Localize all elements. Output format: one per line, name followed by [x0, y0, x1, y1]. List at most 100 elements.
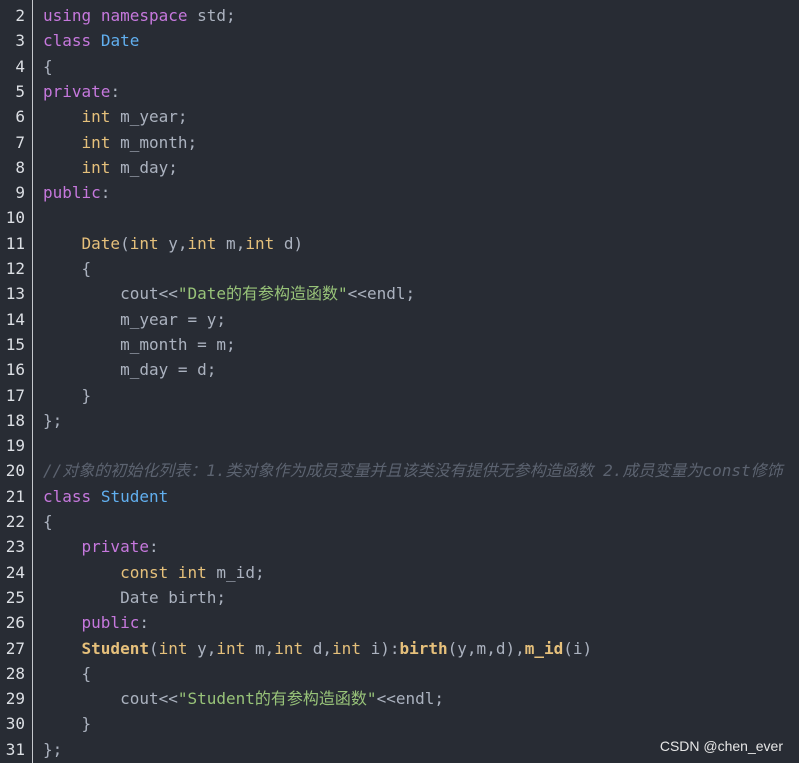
code-token: <<endl; [347, 284, 416, 304]
line-number: 23 [5, 537, 25, 557]
code-token: y, [187, 638, 217, 658]
line-number: 29 [5, 689, 25, 709]
code-line: 26 public: [0, 610, 799, 635]
code-text: public: [43, 610, 149, 635]
code-text: m_month = m; [43, 332, 236, 357]
line-number: 20 [5, 461, 25, 481]
code-token: cout<< [43, 689, 178, 709]
code-token: d) [274, 233, 304, 253]
code-token: i): [360, 638, 400, 658]
line-number: 2 [15, 6, 25, 25]
code-token: m_month; [110, 132, 198, 152]
code-token: m_day; [110, 157, 178, 177]
line-number: 15 [5, 334, 25, 354]
code-line: 5 private: [0, 79, 799, 104]
code-line: 12 { [0, 256, 799, 281]
code-text: cout<<"Student的有参构造函数"<<endl; [43, 686, 444, 711]
code-line: 6 int m_year; [0, 104, 799, 129]
code-token: int [129, 233, 159, 253]
watermark: CSDN @chen_ever [659, 738, 783, 754]
code-line: 11 Date(int y,int m,int d) [0, 231, 799, 256]
code-line: 22 { [0, 509, 799, 534]
code-text: class Date [43, 28, 139, 53]
code-text: } [43, 711, 92, 736]
line-number: 17 [5, 385, 25, 405]
code-token: m_month = m; [43, 334, 236, 354]
code-token: int [216, 638, 246, 658]
line-number: 8 [15, 157, 25, 177]
code-token: m_id [524, 638, 564, 658]
code-line: 24 const int m_id; [0, 560, 799, 585]
code-text: //对象的初始化列表：1.类对象作为成员变量并且该类没有提供无参构造函数 2.成… [43, 458, 783, 483]
line-number: 25 [5, 587, 25, 607]
code-token: }; [43, 410, 63, 430]
code-token: int [81, 107, 111, 127]
code-token: Date [100, 31, 140, 51]
code-text: }; [43, 737, 62, 762]
code-text: int m_month; [43, 130, 198, 155]
line-number: 26 [5, 613, 25, 633]
line-number: 12 [5, 259, 25, 278]
code-token: <<endl; [376, 689, 444, 709]
line-number: 5 [15, 81, 25, 101]
code-token: : [110, 81, 121, 101]
line-number: 4 [15, 56, 25, 76]
code-text: }; [43, 408, 62, 433]
code-line: 18}; [0, 408, 799, 433]
code-token: private [43, 81, 111, 101]
code-token: public [81, 613, 140, 633]
code-token: class [43, 486, 92, 506]
code-token: Student [81, 638, 149, 658]
line-number: 19 [5, 436, 25, 456]
code-token: int [245, 233, 275, 253]
code-text: int m_year; [43, 104, 188, 129]
code-line: 29 cout<<"Student的有参构造函数"<<endl; [0, 686, 799, 711]
code-token: int [158, 638, 188, 658]
code-line: 15 m_month = m; [0, 332, 799, 357]
code-token: int [332, 638, 361, 658]
code-token: int [81, 157, 111, 177]
code-token: ( [148, 638, 159, 658]
code-line: 2 using namespace std; [0, 3, 799, 28]
line-number: 13 [5, 284, 25, 304]
code-line: 21 class Student [0, 484, 799, 509]
code-token: } [43, 714, 92, 734]
code-line: 4{ [0, 54, 799, 79]
code-token: cout<< [43, 284, 178, 304]
line-number: 28 [5, 663, 25, 683]
code-token: const [120, 562, 169, 582]
code-text: private: [43, 534, 159, 559]
code-token: int [187, 233, 217, 253]
code-line: 13 cout<<"Date的有参构造函数"<<endl; [0, 281, 799, 306]
code-token: m_day = d; [43, 360, 217, 380]
code-token: Date [81, 233, 121, 253]
code-token: }; [43, 739, 63, 759]
line-number: 22 [5, 512, 25, 531]
line-number: 9 [15, 183, 25, 203]
code-token: private [81, 537, 149, 557]
code-text: private: [43, 79, 120, 104]
code-text: { [43, 509, 53, 534]
code-token: public [43, 183, 101, 203]
code-token: "Date的有参构造函数" [177, 284, 348, 304]
code-text: } [43, 383, 92, 408]
code-line: 25 Date birth; [0, 585, 799, 610]
code-line: 23 private: [0, 534, 799, 559]
code-text: public: [43, 180, 110, 205]
code-line: 8 int m_day; [0, 155, 799, 180]
code-token: (y,m,d), [447, 638, 525, 658]
code-text: cout<<"Date的有参构造函数"<<endl; [43, 281, 415, 306]
code-token: int [274, 638, 304, 658]
code-token: //对象的初始化列表：1.类对象作为成员变量并且该类没有提供无参构造函数 2.成… [43, 461, 783, 481]
code-text: m_year = y; [43, 307, 226, 332]
code-token: (i) [563, 638, 593, 658]
line-number: 16 [5, 360, 25, 380]
code-token: int [177, 562, 207, 582]
code-token: m, [245, 638, 275, 658]
